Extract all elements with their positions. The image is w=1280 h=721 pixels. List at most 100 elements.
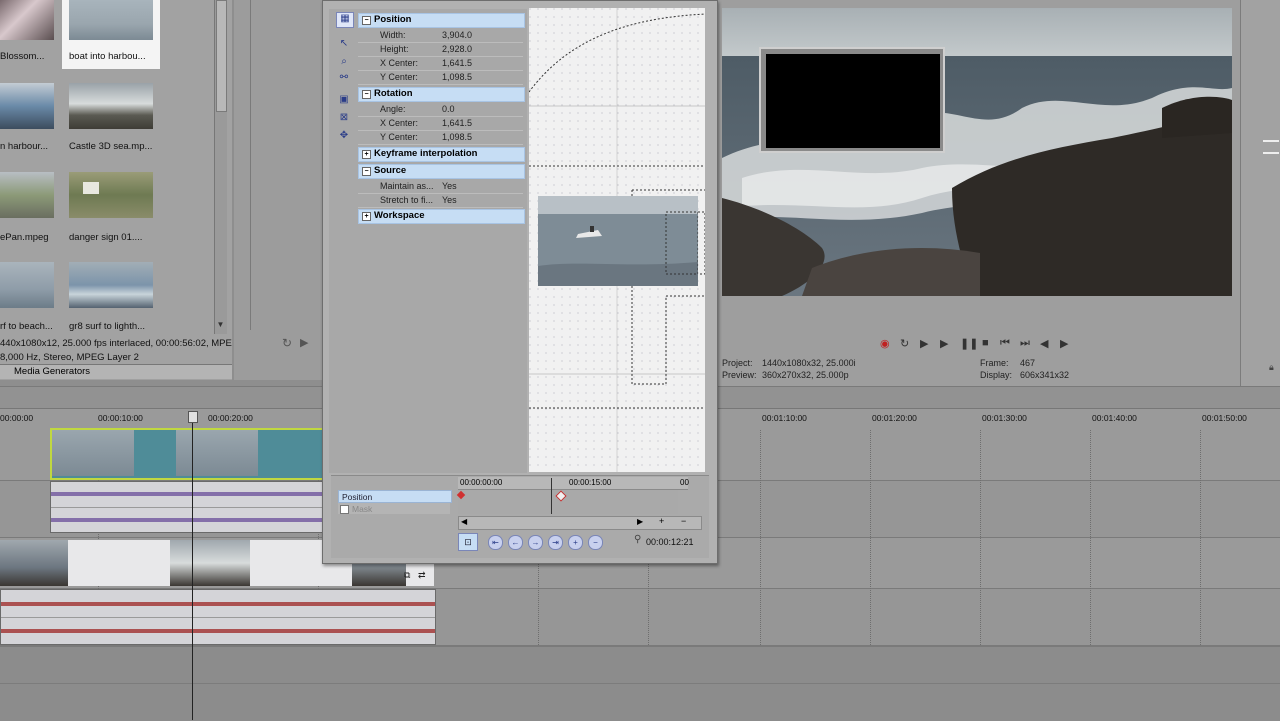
lock-aspect-icon[interactable]: ⚯	[336, 72, 352, 86]
rotation-section-header[interactable]: − Rotation	[358, 87, 525, 102]
prop-value[interactable]: 0.0	[442, 104, 455, 114]
video-event-boat[interactable]	[50, 428, 326, 480]
move-free-icon[interactable]: ▣	[336, 94, 352, 108]
media-thumb-pan[interactable]	[0, 172, 54, 218]
zoom-in-icon[interactable]: +	[659, 516, 664, 526]
sync-cursor-icon[interactable]: ⊡	[458, 533, 478, 551]
keyframe-scrollbar[interactable]: ◀ ▶ + −	[458, 516, 702, 530]
media-scrollbar-thumb[interactable]	[216, 0, 227, 112]
waveform-right	[51, 518, 323, 522]
play-icon[interactable]: ▶	[940, 337, 948, 350]
prop-value[interactable]: Yes	[442, 181, 457, 191]
go-to-end-icon[interactable]: ⏭	[1020, 337, 1030, 350]
scroll-down-icon[interactable]: ▼	[216, 320, 225, 331]
go-to-start-icon[interactable]: ⏮	[1000, 337, 1010, 350]
keyframe-interpolation-header[interactable]: + Keyframe interpolation	[358, 147, 525, 162]
media-thumb-surf-to-beach[interactable]	[0, 262, 54, 308]
play-from-start-icon[interactable]: ▶︎	[920, 337, 928, 350]
lock-icon[interactable]: 🔒︎	[1269, 362, 1274, 373]
prop-value[interactable]: 1,641.5	[442, 58, 472, 68]
previous-keyframe-icon[interactable]: ←	[508, 535, 523, 550]
track-mask[interactable]: Mask	[338, 503, 450, 514]
keyframe-lane[interactable]	[456, 478, 678, 514]
stop-icon[interactable]: ■	[982, 337, 989, 349]
waveform-left	[1, 602, 435, 606]
delete-keyframe-icon[interactable]: −	[588, 535, 603, 550]
scroll-left-icon[interactable]: ◀	[461, 517, 467, 526]
last-keyframe-icon[interactable]: ⇥	[548, 535, 563, 550]
media-label: boat into harbou...	[69, 51, 146, 62]
media-thumb-castle-3d-sea[interactable]	[69, 83, 153, 129]
prop-x-center-row[interactable]: X Center: 1,641.5	[358, 56, 523, 71]
audio-event-surf[interactable]	[0, 589, 436, 645]
prop-stretch-to-fill-row[interactable]: Stretch to fi... Yes	[358, 193, 523, 208]
level-slider-handle[interactable]	[1263, 140, 1279, 154]
prop-value[interactable]: 2,928.0	[442, 44, 472, 54]
prop-y-center-row[interactable]: Y Center: 1,098.5	[358, 70, 523, 85]
first-keyframe-icon[interactable]: ⇤	[488, 535, 503, 550]
media-thumb-harbour[interactable]	[0, 83, 54, 129]
keyframe-marker[interactable]	[555, 490, 567, 502]
source-image-thumbnail[interactable]	[538, 196, 698, 286]
prop-rot-x-center-row[interactable]: X Center: 1,641.5	[358, 116, 523, 131]
collapse-icon[interactable]: −	[362, 90, 371, 99]
next-frame-icon[interactable]: ▶︎	[1060, 337, 1068, 350]
zoom-out-icon[interactable]: −	[681, 516, 686, 526]
keyframe-cursor[interactable]	[551, 478, 552, 514]
position-section-header[interactable]: − Position	[358, 13, 525, 28]
collapse-icon[interactable]: −	[362, 16, 371, 25]
tab-media-generators[interactable]: Media Generators	[14, 366, 90, 377]
track-mask-label: Mask	[352, 504, 373, 514]
prop-angle-row[interactable]: Angle: 0.0	[358, 102, 523, 117]
prop-value[interactable]: 1,098.5	[442, 72, 472, 82]
playhead-handle[interactable]	[188, 411, 198, 423]
keyframe-ruler[interactable]: 00:00:00:00 00:00:15:00 00	[458, 477, 689, 490]
prop-width-row[interactable]: Width: 3,904.0	[358, 28, 523, 43]
scroll-right-icon[interactable]: ▶	[637, 517, 643, 526]
mask-checkbox[interactable]	[340, 505, 349, 514]
next-keyframe-icon[interactable]: →	[528, 535, 543, 550]
ruler-label: 00:00:10:00	[98, 413, 143, 423]
prop-maintain-aspect-row[interactable]: Maintain as... Yes	[358, 179, 523, 194]
workspace-section-header[interactable]: + Workspace	[358, 209, 525, 224]
media-thumb-blossom[interactable]	[0, 0, 54, 40]
zoom-tool-icon[interactable]: ⌕	[336, 56, 352, 70]
playhead-cursor[interactable]	[192, 412, 193, 720]
workspace-header-label: Workspace	[374, 210, 425, 221]
media-thumb-danger-sign[interactable]	[69, 172, 153, 218]
play-icon[interactable]: ▶	[300, 336, 308, 349]
show-properties-icon[interactable]: ▦	[336, 12, 354, 28]
media-thumb-boat-into-harbour[interactable]	[69, 0, 153, 40]
channel-divider	[51, 507, 323, 508]
loop-icon[interactable]: ↻	[282, 336, 292, 350]
previous-frame-icon[interactable]: ◀︎	[1040, 337, 1048, 350]
prop-value[interactable]: 1,641.5	[442, 118, 472, 128]
pan-crop-icon[interactable]: ⧉	[404, 570, 410, 581]
media-info-audio: 8,000 Hz, Stereo, MPEG Layer 2	[0, 352, 139, 363]
pause-icon[interactable]: ❚❚	[960, 337, 978, 350]
expand-icon[interactable]: +	[362, 212, 371, 221]
grid-line	[1090, 430, 1092, 645]
add-keyframe-icon[interactable]: +	[568, 535, 583, 550]
prop-value[interactable]: 1,098.5	[442, 132, 472, 142]
audio-event-boat[interactable]	[50, 481, 324, 533]
move-in-x-icon[interactable]: ⊠	[336, 112, 352, 126]
expand-icon[interactable]: +	[362, 150, 371, 159]
loop-playback-icon[interactable]: ↻	[900, 337, 909, 350]
prop-height-row[interactable]: Height: 2,928.0	[358, 42, 523, 57]
event-fx-icon[interactable]: ⇄	[418, 570, 426, 581]
keyframe-start-marker[interactable]	[456, 490, 466, 500]
event-frame	[176, 430, 258, 476]
media-thumb-surf-to-lighthouse[interactable]	[69, 262, 153, 308]
prop-value[interactable]: 3,904.0	[442, 30, 472, 40]
media-scrollbar[interactable]: ▼	[214, 0, 227, 334]
prop-rot-y-center-row[interactable]: Y Center: 1,098.5	[358, 130, 523, 145]
snap-to-grid-icon[interactable]: ✥	[336, 130, 352, 144]
prop-value[interactable]: Yes	[442, 195, 457, 205]
normal-edit-tool-icon[interactable]: ↖	[336, 38, 352, 52]
record-icon[interactable]: ◉	[880, 337, 890, 350]
trimmer-panel: ↻ ▶	[234, 0, 323, 380]
collapse-icon[interactable]: −	[362, 167, 371, 176]
track-position[interactable]: Position	[338, 490, 452, 503]
source-section-header[interactable]: − Source	[358, 164, 525, 179]
